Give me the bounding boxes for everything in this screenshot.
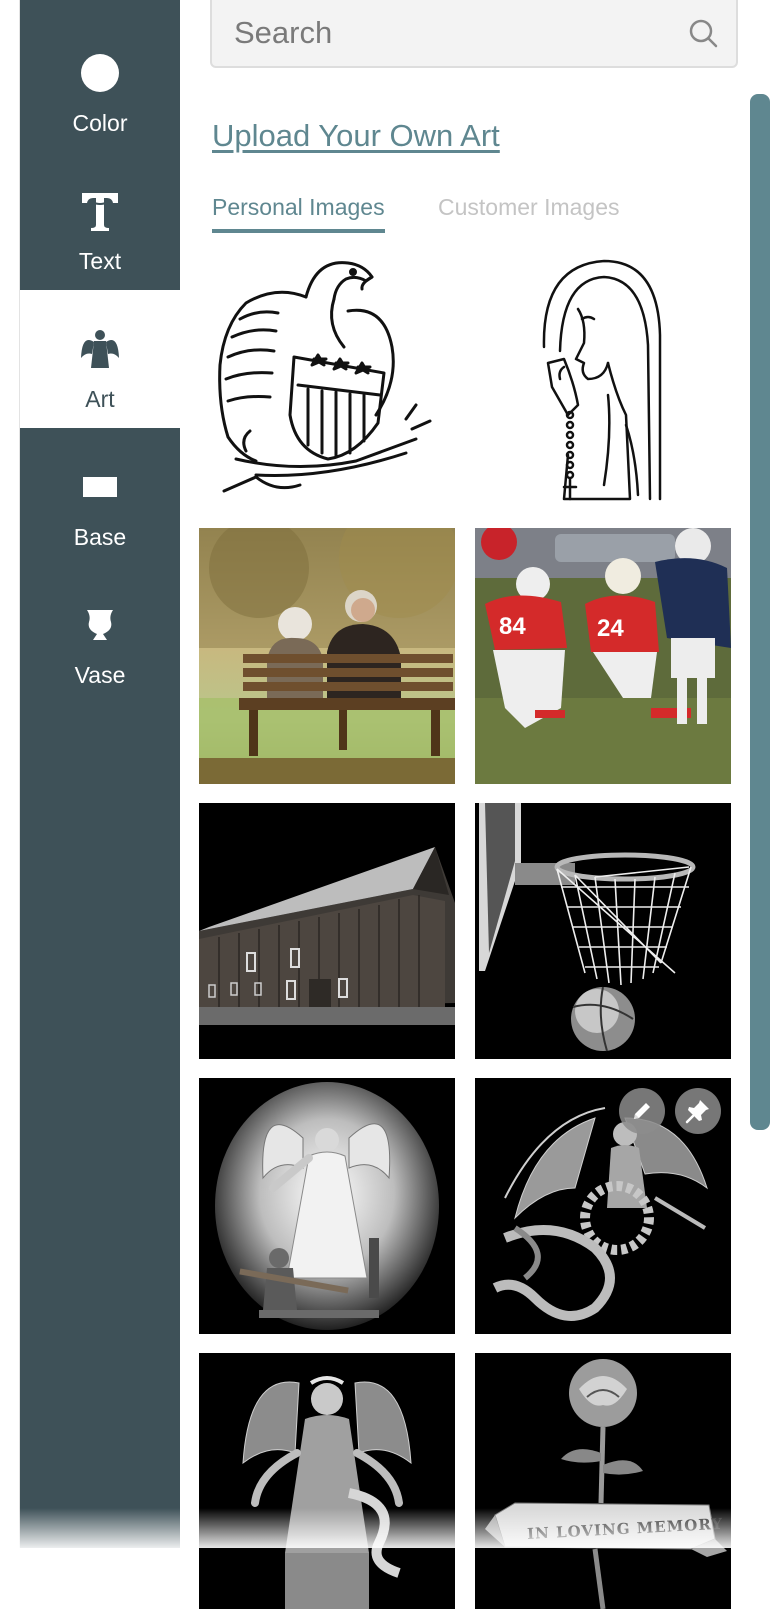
sidebar-item-label: Color	[72, 110, 128, 136]
tab-personal-images[interactable]: Personal Images	[212, 194, 385, 233]
search-input[interactable]	[232, 14, 676, 52]
guardian-angel-photo[interactable]	[199, 1078, 455, 1334]
sidebar-item-color[interactable]: Color	[20, 14, 180, 152]
svg-text:84: 84	[499, 613, 526, 640]
sidebar-item-label: Art	[85, 386, 115, 412]
search-box	[210, 0, 738, 68]
sidebar-item-label: Text	[78, 248, 122, 274]
circle-icon	[20, 52, 180, 94]
art-panel: Upload Your Own Art Personal Images Cust…	[180, 0, 776, 1609]
pencil-icon	[634, 1103, 650, 1119]
scrollbar[interactable]	[750, 94, 770, 1130]
football-players-photo[interactable]: 84 24	[475, 528, 731, 784]
sidebar-item-label: Base	[73, 524, 127, 550]
sidebar: Color Text Art Base Vase	[20, 0, 180, 1548]
text-t-icon	[20, 190, 180, 232]
sidebar-item-label: Vase	[74, 662, 126, 688]
pin-icon	[685, 1100, 709, 1124]
sidebar-item-text[interactable]: Text	[20, 152, 180, 290]
angel-icon	[20, 328, 180, 370]
sidebar-item-vase[interactable]: Vase	[20, 566, 180, 704]
left-edge	[0, 0, 20, 1548]
eagle-shield-art[interactable]	[216, 255, 438, 503]
sidebar-item-art[interactable]: Art	[20, 290, 180, 428]
pin-button[interactable]	[675, 1088, 721, 1134]
praying-virgin-mary-art[interactable]	[508, 255, 698, 503]
edit-button[interactable]	[619, 1088, 665, 1134]
angel-woman-art[interactable]	[199, 1353, 455, 1609]
base-rectangle-icon	[20, 466, 180, 508]
couple-on-bench-photo[interactable]	[199, 528, 455, 784]
basketball-hoop-photo[interactable]	[475, 803, 731, 1059]
search-icon[interactable]	[688, 18, 718, 48]
barn-photo[interactable]	[199, 803, 455, 1059]
rose-memory-art[interactable]: IN LOVING MEMORY	[475, 1353, 731, 1609]
upload-own-art-link[interactable]: Upload Your Own Art	[212, 118, 500, 154]
vase-icon	[20, 604, 180, 646]
sidebar-item-base[interactable]: Base	[20, 428, 180, 566]
angel-wreath-art[interactable]	[475, 1078, 731, 1334]
svg-text:24: 24	[597, 615, 624, 642]
tab-customer-images[interactable]: Customer Images	[438, 194, 620, 221]
